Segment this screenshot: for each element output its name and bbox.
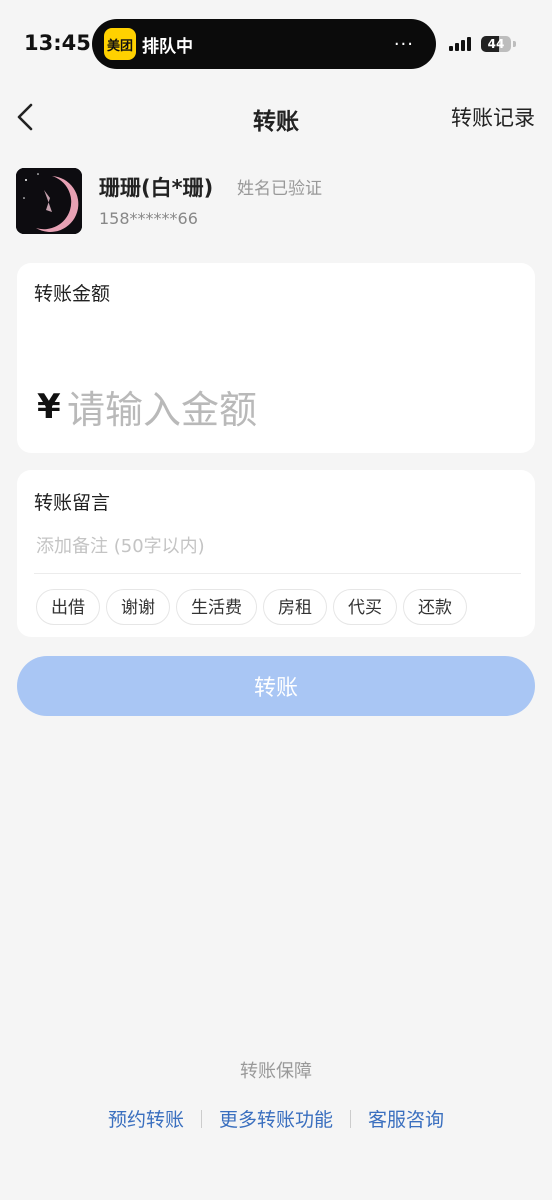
island-status-text: 排队中 — [142, 37, 193, 57]
customer-service-link[interactable]: 客服咨询 — [368, 1105, 444, 1132]
currency-symbol: ¥ — [37, 387, 61, 427]
memo-chip-living-expenses[interactable]: 生活费 — [176, 589, 257, 625]
status-time: 13:45 — [24, 31, 91, 55]
memo-chip-list: 出借 谢谢 生活费 房租 代买 还款 — [36, 589, 467, 625]
recipient-name: 珊珊(白*珊) — [99, 176, 214, 200]
amount-label: 转账金额 — [34, 283, 111, 305]
transfer-history-link[interactable]: 转账记录 — [451, 102, 535, 132]
amount-card: 转账金额 ¥ — [17, 263, 535, 453]
name-verified-label: 姓名已验证 — [237, 179, 322, 199]
signal-icon — [449, 35, 475, 51]
divider — [200, 1109, 202, 1128]
memo-input[interactable] — [34, 530, 518, 562]
divider — [34, 573, 521, 574]
divider — [350, 1109, 351, 1128]
battery-icon: 44 — [481, 36, 511, 52]
memo-chip-rent[interactable]: 房租 — [263, 589, 327, 625]
battery-level: 44 — [487, 37, 505, 51]
dynamic-island[interactable]: 美团 排队中 ... — [92, 19, 436, 69]
memo-chip-purchase[interactable]: 代买 — [333, 589, 397, 625]
scheduled-transfer-link[interactable]: 预约转账 — [108, 1105, 184, 1132]
memo-chip-repay[interactable]: 还款 — [403, 589, 467, 625]
status-bar: 13:45 美团 排队中 ... 44 — [0, 0, 552, 90]
recipient-info: 珊珊(白*珊) 姓名已验证 158******66 — [16, 168, 536, 238]
footer-links: 预约转账 更多转账功能 客服咨询 — [0, 1105, 552, 1132]
memo-chip-lend[interactable]: 出借 — [36, 589, 100, 625]
amount-input[interactable] — [65, 381, 509, 439]
meituan-app-icon: 美团 — [104, 28, 136, 60]
memo-card: 转账留言 出借 谢谢 生活费 房租 代买 还款 — [17, 470, 535, 637]
avatar — [16, 168, 82, 234]
island-more-icon: ... — [393, 29, 414, 50]
avatar-image — [16, 168, 82, 234]
nav-bar: 转账 转账记录 — [0, 90, 552, 144]
more-transfer-features-link[interactable]: 更多转账功能 — [219, 1105, 333, 1132]
battery-tip — [513, 41, 516, 47]
memo-label: 转账留言 — [34, 492, 111, 514]
transfer-guarantee-label: 转账保障 — [240, 1061, 312, 1082]
transfer-button[interactable]: 转账 — [17, 656, 535, 716]
recipient-phone: 158******66 — [99, 209, 198, 228]
memo-chip-thanks[interactable]: 谢谢 — [106, 589, 170, 625]
